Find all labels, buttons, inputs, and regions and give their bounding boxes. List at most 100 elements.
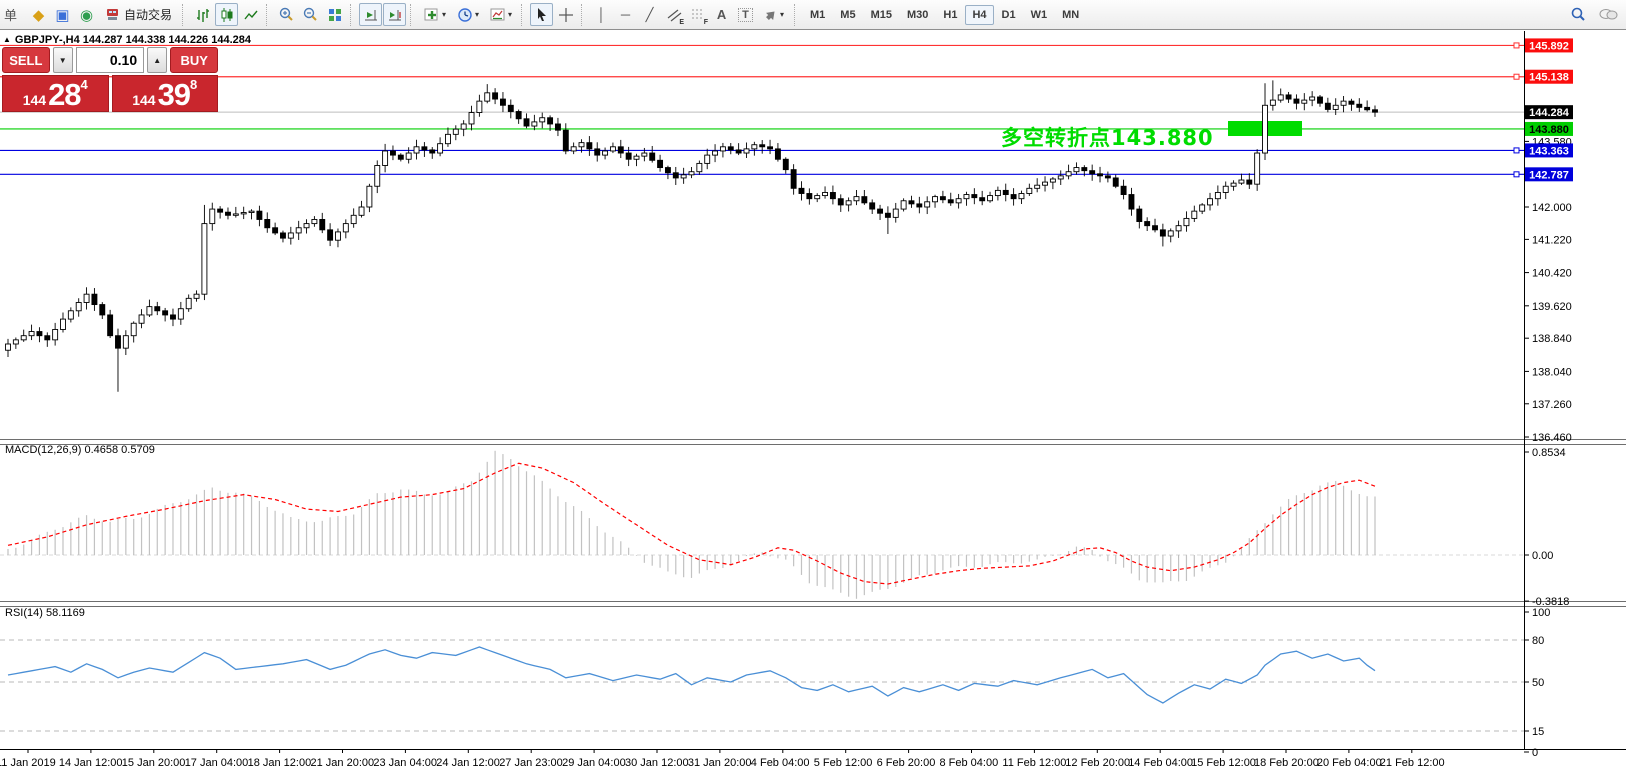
macd-indicator-label: MACD(12,26,9) 0.4658 0.5709 xyxy=(5,444,155,456)
candle-body xyxy=(1066,172,1071,176)
candle-body xyxy=(1302,100,1307,103)
candle-body xyxy=(988,196,993,201)
time-label: 12 Feb 20:00 xyxy=(1065,757,1130,769)
time-label: 4 Feb 04:00 xyxy=(751,757,810,769)
candle-body xyxy=(980,198,985,201)
fibonacci-tool-icon[interactable]: F xyxy=(686,3,709,26)
auto-trading-button[interactable]: 自动交易 xyxy=(99,3,178,26)
zoom-out-icon[interactable] xyxy=(299,3,322,26)
candle-body xyxy=(320,219,325,229)
auto-scroll-icon[interactable] xyxy=(359,3,382,26)
tab-timeframe-h4[interactable]: H4 xyxy=(965,5,993,25)
tab-timeframe-m15[interactable]: M15 xyxy=(864,5,899,25)
candle-body xyxy=(225,212,230,215)
signal-icon[interactable]: ◉ xyxy=(75,3,98,26)
candlestick-chart-icon[interactable] xyxy=(215,3,238,26)
candle-body xyxy=(21,336,26,340)
volume-input[interactable]: 0.10 xyxy=(76,47,144,73)
candle-body xyxy=(53,329,58,339)
periods-menu-button[interactable]: ▾ xyxy=(452,3,484,26)
candle-body xyxy=(1129,195,1134,210)
buy-price-box[interactable]: 144 39 8 xyxy=(112,75,219,112)
candle-body xyxy=(736,150,741,153)
candle-body xyxy=(1365,107,1370,109)
candle-body xyxy=(477,101,482,112)
candle-body xyxy=(29,332,34,336)
candle-body xyxy=(383,151,388,166)
tab-timeframe-w1[interactable]: W1 xyxy=(1024,5,1055,25)
candle-body xyxy=(147,307,152,315)
volume-decrease-button[interactable]: ▼ xyxy=(53,47,73,73)
chart-shift-icon[interactable] xyxy=(383,3,406,26)
tab-timeframe-m5[interactable]: M5 xyxy=(833,5,862,25)
level-handle[interactable] xyxy=(1514,148,1519,153)
horizontal-line-tool-icon[interactable]: ─ xyxy=(614,3,637,26)
candle-body xyxy=(343,224,348,232)
level-handle[interactable] xyxy=(1514,43,1519,48)
level-handle[interactable] xyxy=(1514,74,1519,79)
toolbar-separator xyxy=(182,4,187,26)
channel-tool-icon[interactable]: E xyxy=(662,3,685,26)
time-label: 27 Jan 23:00 xyxy=(499,757,563,769)
text-label-tool-icon[interactable]: T xyxy=(734,3,757,26)
time-label: 8 Feb 04:00 xyxy=(940,757,999,769)
candle-body xyxy=(563,130,568,151)
candle-body xyxy=(367,186,372,207)
candle-body xyxy=(328,230,333,240)
tab-timeframe-mn[interactable]: MN xyxy=(1055,5,1086,25)
candle-body xyxy=(304,224,309,228)
zoom-in-icon[interactable] xyxy=(275,3,298,26)
candle-body xyxy=(296,228,301,233)
sell-button[interactable]: SELL xyxy=(2,47,50,73)
candle-body xyxy=(84,294,89,302)
candle-body xyxy=(799,188,804,193)
market-watch-icon[interactable]: ◆ xyxy=(27,3,50,26)
candle-body xyxy=(1090,171,1095,174)
crosshair-tool-icon[interactable] xyxy=(554,3,577,26)
buy-button[interactable]: BUY xyxy=(170,47,218,73)
cursor-tool-icon[interactable] xyxy=(530,3,553,26)
candle-body xyxy=(634,156,639,159)
time-label: 11 Jan 2019 xyxy=(0,757,56,769)
macd-axis-label: 0.00 xyxy=(1532,550,1553,562)
volume-increase-button[interactable]: ▲ xyxy=(147,47,167,73)
indicators-menu-button[interactable]: ▾ xyxy=(419,3,451,26)
tab-timeframe-d1[interactable]: D1 xyxy=(995,5,1023,25)
candle-body xyxy=(13,340,18,344)
symbol-marker-icon: ▲ xyxy=(3,36,11,44)
candle-body xyxy=(885,213,890,217)
arrows-tool-button[interactable]: ▾ xyxy=(758,3,790,26)
text-tool-icon[interactable]: A xyxy=(710,3,733,26)
candle-body xyxy=(925,202,930,207)
chat-icon[interactable] xyxy=(1596,3,1619,26)
tab-timeframe-m30[interactable]: M30 xyxy=(900,5,935,25)
tab-timeframe-h1[interactable]: H1 xyxy=(936,5,964,25)
candle-body xyxy=(68,311,73,319)
sell-price-box[interactable]: 144 28 4 xyxy=(2,75,109,112)
bar-chart-icon[interactable] xyxy=(191,3,214,26)
candle-body xyxy=(1239,180,1244,183)
tile-windows-icon[interactable] xyxy=(323,3,346,26)
candle-body xyxy=(1200,205,1205,211)
trendline-tool-icon[interactable]: ╱ xyxy=(638,3,661,26)
level-handle[interactable] xyxy=(1514,172,1519,177)
candle-body xyxy=(807,194,812,199)
chart-canvas[interactable]: 145.920145.140144.360143.580142.780142.0… xyxy=(0,0,1626,778)
candle-body xyxy=(720,147,725,151)
new-order-button[interactable]: 单 xyxy=(3,3,26,26)
candle-body xyxy=(1113,178,1118,186)
candle-body xyxy=(933,197,938,202)
navigator-icon[interactable]: ▣ xyxy=(51,3,74,26)
candle-body xyxy=(964,195,969,199)
templates-menu-button[interactable]: ▾ xyxy=(485,3,517,26)
search-icon[interactable] xyxy=(1567,3,1590,26)
candle-body xyxy=(846,201,851,205)
candle-body xyxy=(909,201,914,204)
candle-body xyxy=(1215,192,1220,198)
vertical-line-tool-icon[interactable]: │ xyxy=(590,3,613,26)
tab-timeframe-m1[interactable]: M1 xyxy=(803,5,832,25)
time-label: 5 Feb 12:00 xyxy=(814,757,873,769)
candle-body xyxy=(1325,103,1330,109)
line-chart-icon[interactable] xyxy=(239,3,262,26)
candle-body xyxy=(453,129,458,134)
